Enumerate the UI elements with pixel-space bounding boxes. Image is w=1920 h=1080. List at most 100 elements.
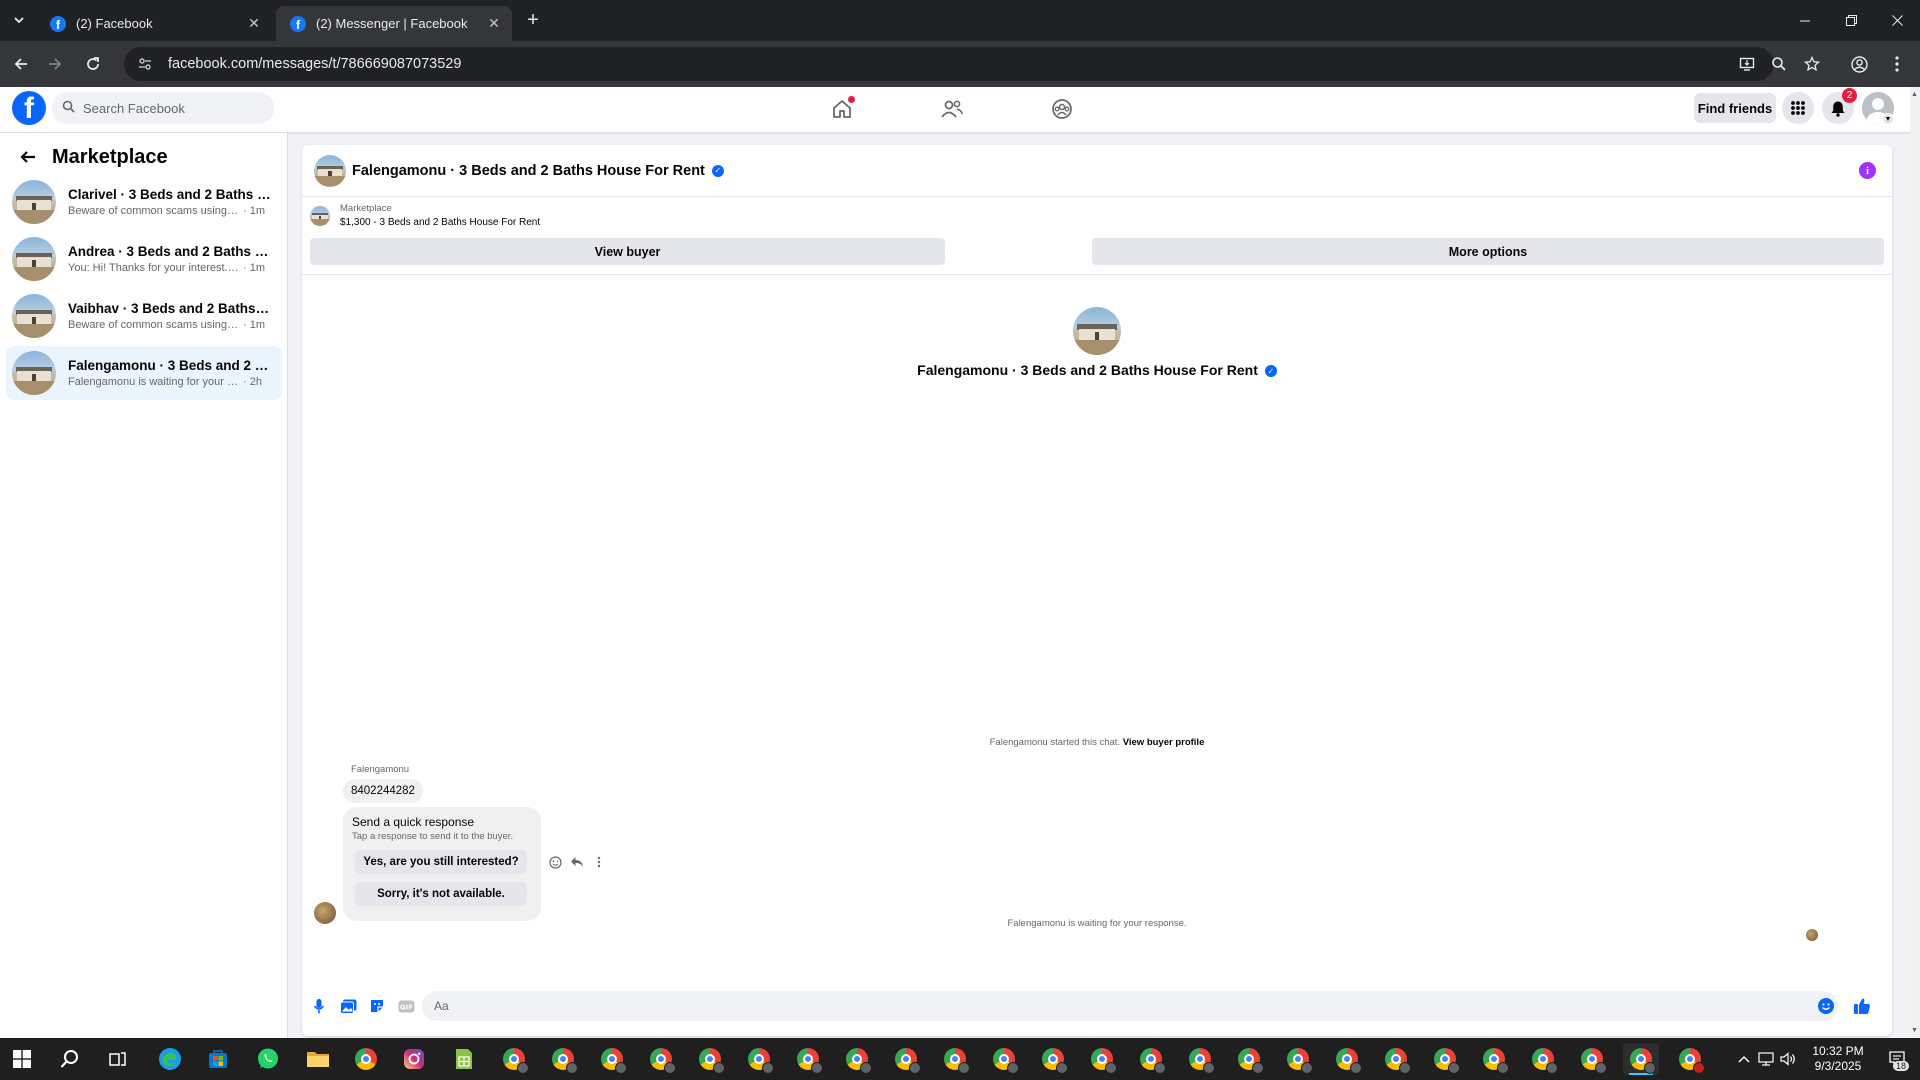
view-buyer-button[interactable]: View buyer [310, 238, 945, 265]
notification-center-button[interactable]: 18 [1884, 1046, 1910, 1072]
conversation-item-active[interactable]: Falengamonu · 3 Beds and 2 Baths House F… [6, 346, 282, 400]
listing-thumbnail[interactable] [1073, 307, 1121, 355]
quick-reply-interested-button[interactable]: Yes, are you still interested? [355, 850, 527, 874]
chrome-profile-taskbar-button[interactable] [741, 1043, 777, 1075]
new-tab-button[interactable]: + [520, 8, 546, 32]
sheets-taskbar-button[interactable] [446, 1043, 482, 1075]
show-hidden-icons-button[interactable] [1734, 1038, 1754, 1080]
home-nav[interactable] [827, 95, 857, 123]
reload-button[interactable] [80, 51, 106, 77]
message-bubble[interactable]: 8402244282 [343, 779, 423, 803]
emoji-icon[interactable] [1818, 998, 1834, 1014]
tab-search-button[interactable] [6, 8, 32, 32]
like-thumbs-up-icon[interactable] [1852, 996, 1872, 1016]
react-emoji-icon[interactable] [547, 854, 563, 870]
search-input[interactable] [83, 100, 253, 116]
search-taskbar-button[interactable] [52, 1043, 88, 1075]
message-input[interactable] [422, 991, 1838, 1021]
start-button[interactable] [4, 1043, 40, 1075]
task-view-button[interactable] [100, 1043, 136, 1075]
browser-tab-facebook[interactable]: f (2) Facebook ✕ [36, 6, 272, 41]
chrome-profile-taskbar-button[interactable] [1231, 1043, 1267, 1075]
conversation-item[interactable]: Andrea · 3 Beds and 2 Baths House For Re… [6, 232, 282, 286]
minimize-button[interactable] [1782, 0, 1828, 41]
browser-tab-messenger[interactable]: f (2) Messenger | Facebook ✕ [276, 6, 512, 41]
chrome-profile-taskbar-button[interactable] [1525, 1043, 1561, 1075]
chrome-profile-taskbar-button[interactable] [888, 1043, 924, 1075]
chrome-profile-taskbar-button[interactable] [1574, 1043, 1610, 1075]
edge-taskbar-button[interactable] [152, 1043, 188, 1075]
tab-title: (2) Facebook [76, 16, 153, 31]
chevron-down-icon[interactable]: ▼ [1882, 113, 1894, 125]
chrome-profile-taskbar-button[interactable] [1084, 1043, 1120, 1075]
chrome-profile-taskbar-button[interactable] [1427, 1043, 1463, 1075]
address-bar[interactable]: facebook.com/messages/t/786669087073529 [124, 47, 1774, 81]
listing-thumbnail [12, 237, 56, 281]
profile-button[interactable] [1846, 51, 1872, 77]
facebook-search[interactable] [52, 92, 274, 124]
volume-button[interactable] [1778, 1038, 1798, 1080]
chrome-profile-taskbar-button[interactable] [643, 1043, 679, 1075]
chrome-profile-taskbar-button-active[interactable] [1623, 1043, 1659, 1075]
chrome-profile-taskbar-button[interactable] [1329, 1043, 1365, 1075]
chrome-profile-taskbar-button[interactable] [496, 1043, 532, 1075]
chrome-profile-taskbar-button[interactable] [692, 1043, 728, 1075]
chrome-profile-taskbar-button[interactable] [1182, 1043, 1218, 1075]
back-arrow-icon[interactable] [16, 145, 40, 169]
chrome-profile-taskbar-button[interactable] [1378, 1043, 1414, 1075]
listing-thumbnail[interactable] [314, 154, 346, 187]
network-button[interactable] [1756, 1038, 1776, 1080]
facebook-logo[interactable]: f [12, 91, 46, 125]
photo-icon[interactable] [339, 997, 357, 1015]
system-clock[interactable]: 10:32 PM 9/3/2025 [1800, 1044, 1876, 1074]
chrome-profile-taskbar-button[interactable] [937, 1043, 973, 1075]
scroll-up-icon[interactable]: ▲ [1911, 91, 1918, 98]
quick-reply-not-available-button[interactable]: Sorry, it's not available. [355, 882, 527, 906]
chrome-profile-taskbar-button[interactable] [986, 1043, 1022, 1075]
bookmark-button[interactable] [1799, 51, 1825, 77]
conversation-item[interactable]: Vaibhav · 3 Beds and 2 Baths House For R… [6, 289, 282, 343]
chrome-profile-taskbar-button[interactable] [594, 1043, 630, 1075]
site-settings-icon[interactable] [128, 57, 162, 71]
file-explorer-taskbar-button[interactable] [300, 1043, 336, 1075]
chrome-profile-taskbar-button[interactable] [1133, 1043, 1169, 1075]
sticker-icon[interactable] [368, 997, 386, 1015]
page-scrollbar[interactable]: ▲ ▼ [1910, 87, 1920, 1038]
chrome-profile-taskbar-button[interactable] [790, 1043, 826, 1075]
listing-summary[interactable]: Marketplace $1,300 - 3 Beds and 2 Baths … [310, 203, 540, 228]
conversation-item[interactable]: Clarivel · 3 Beds and 2 Baths House For … [6, 175, 282, 229]
view-buyer-profile-link[interactable]: View buyer profile [1123, 737, 1205, 748]
groups-nav[interactable] [1047, 95, 1077, 123]
whatsapp-icon [258, 1048, 278, 1069]
whatsapp-taskbar-button[interactable] [250, 1043, 286, 1075]
chat-title[interactable]: Falengamonu · 3 Beds and 2 Baths House F… [352, 163, 724, 179]
browser-menu-button[interactable] [1884, 51, 1910, 77]
friends-nav[interactable] [937, 95, 967, 123]
instagram-taskbar-button[interactable] [396, 1043, 432, 1075]
chrome-profile-taskbar-button[interactable] [1280, 1043, 1316, 1075]
more-vertical-icon[interactable] [591, 854, 607, 870]
reply-icon[interactable] [569, 854, 585, 870]
restore-button[interactable] [1828, 0, 1874, 41]
store-taskbar-button[interactable] [200, 1043, 236, 1075]
zoom-button[interactable] [1766, 51, 1792, 77]
close-icon[interactable]: ✕ [486, 15, 502, 32]
microphone-icon[interactable] [310, 997, 328, 1015]
gif-icon[interactable]: GIF [397, 997, 415, 1015]
menu-button[interactable] [1782, 92, 1814, 124]
chrome-taskbar-button[interactable] [348, 1043, 384, 1075]
info-icon[interactable]: i [1859, 162, 1876, 179]
find-friends-button[interactable]: Find friends [1694, 93, 1776, 123]
chrome-profile-taskbar-button[interactable] [1672, 1043, 1708, 1075]
more-options-button[interactable]: More options [1092, 238, 1884, 265]
back-button[interactable] [8, 51, 34, 77]
chrome-profile-taskbar-button[interactable] [545, 1043, 581, 1075]
close-icon[interactable]: ✕ [246, 15, 262, 32]
forward-button[interactable] [42, 51, 68, 77]
chrome-profile-taskbar-button[interactable] [1476, 1043, 1512, 1075]
close-window-button[interactable] [1874, 0, 1920, 41]
chrome-profile-taskbar-button[interactable] [1035, 1043, 1071, 1075]
scroll-down-icon[interactable]: ▼ [1911, 1027, 1918, 1034]
chrome-profile-taskbar-button[interactable] [839, 1043, 875, 1075]
install-app-button[interactable] [1734, 51, 1760, 77]
